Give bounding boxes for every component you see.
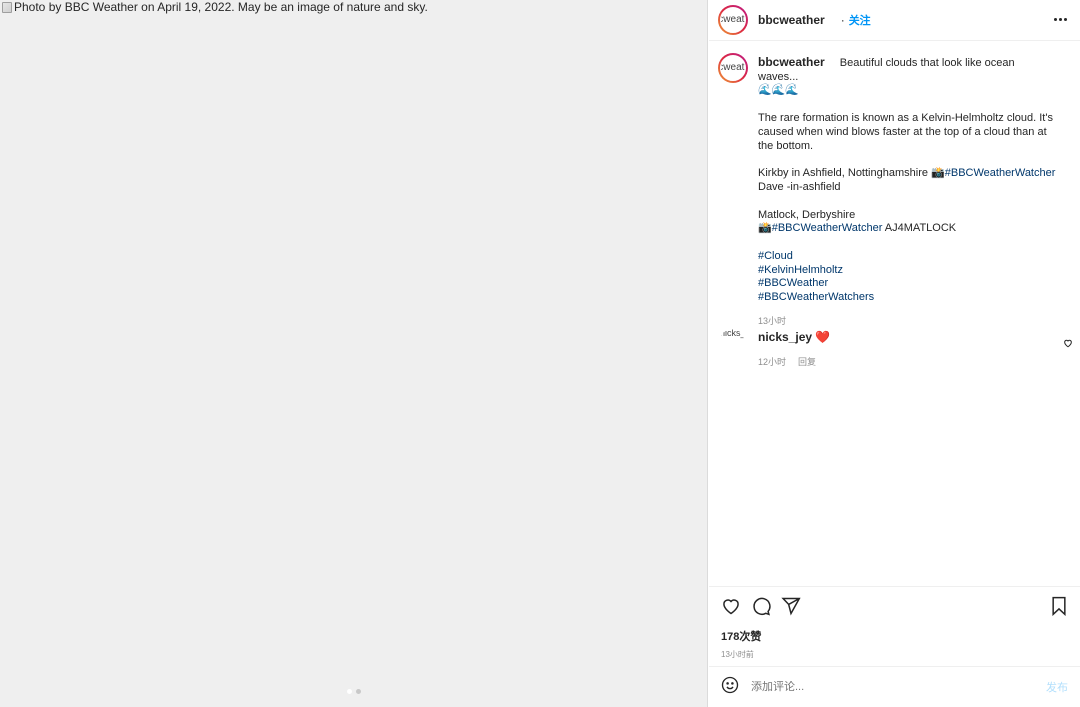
comment-emoji: ❤️ [815, 330, 831, 344]
caption-location-1: Kirkby in Ashfield, Nottinghamshire 📸#BB… [758, 167, 1058, 181]
comment-icon[interactable] [751, 596, 771, 616]
action-icons [709, 587, 1080, 625]
caption-text: bbcweather Beautiful clouds that look li… [758, 53, 1058, 329]
photo-alt-text: Photo by BBC Weather on April 19, 2022. … [2, 0, 428, 14]
comment-meta: 12小时 回复 [758, 355, 816, 368]
comment-like-heart-icon[interactable] [1063, 335, 1073, 353]
comment-username[interactable]: nicks_jey [758, 330, 812, 344]
caption-credit-2: AJ4MATLOCK [882, 222, 957, 235]
avatar-alt-text: bbcweather [720, 55, 746, 81]
share-icon[interactable] [781, 596, 801, 616]
header-username[interactable]: bbcweather [758, 13, 825, 27]
header-separator: · [840, 13, 845, 27]
carousel-dot-2[interactable] [356, 689, 361, 694]
photo-alt-label: Photo by BBC Weather on April 19, 2022. … [14, 0, 428, 14]
posted-time[interactable]: 13小时前 [709, 644, 1080, 660]
post-sidebar: bbcweather bbcweather · 关注 bbcweather bb… [709, 0, 1080, 707]
comment-text: nicks_jey ❤️ [758, 330, 830, 344]
camera-emoji: 📸 [758, 222, 772, 235]
reply-button[interactable]: 回复 [798, 355, 816, 368]
emoji-icon[interactable] [721, 676, 739, 699]
likes-count[interactable]: 178次赞 [709, 625, 1080, 644]
more-horizontal-icon[interactable] [1053, 15, 1068, 25]
comment-input[interactable] [751, 681, 1011, 693]
hashtag-bbcweather[interactable]: #BBCWeather [758, 277, 1058, 291]
bookmark-icon[interactable] [1050, 596, 1068, 616]
post-header: bbcweather bbcweather · 关注 [709, 0, 1080, 41]
caption-avatar[interactable]: bbcweather [718, 53, 748, 83]
broken-image-icon [2, 1, 12, 13]
post-photo[interactable]: Photo by BBC Weather on April 19, 2022. … [0, 0, 708, 707]
caption-credit-2-line: 📸#BBCWeatherWatcher AJ4MATLOCK [758, 222, 1058, 236]
caption-para1: The rare formation is known as a Kelvin-… [758, 112, 1053, 152]
header-avatar[interactable]: bbcweather [718, 5, 748, 35]
hashtag-link[interactable]: #BBCWeatherWatcher [772, 222, 883, 234]
post-comment-button[interactable]: 发布 [1046, 679, 1068, 695]
hashtag-cloud[interactable]: #Cloud [758, 250, 1058, 264]
caption-username[interactable]: bbcweather [758, 55, 825, 69]
hashtag-kelvinhelmholtz[interactable]: #KelvinHelmholtz [758, 264, 1058, 278]
heart-icon[interactable] [721, 596, 741, 616]
comment-avatar[interactable]: nicks_jey [720, 329, 744, 353]
post-modal: Photo by BBC Weather on April 19, 2022. … [0, 0, 1080, 707]
follow-button[interactable]: 关注 [849, 12, 871, 28]
add-comment-bar: 发布 [709, 666, 1080, 707]
action-bar: 178次赞 13小时前 [709, 586, 1080, 660]
hashtag-link[interactable]: #BBCWeatherWatcher [945, 167, 1056, 179]
hashtag-bbcweatherwatchers[interactable]: #BBCWeatherWatchers [758, 291, 1058, 305]
caption: bbcweather bbcweather Beautiful clouds t… [709, 41, 1080, 329]
location-1-text: Kirkby in Ashfield, Nottinghamshire 📸 [758, 167, 945, 180]
carousel-dot-1[interactable] [347, 689, 352, 694]
avatar-alt-text: bbcweather [720, 7, 746, 33]
comment-time[interactable]: 12小时 [758, 355, 786, 368]
caption-emoji-line: 🌊🌊🌊 [758, 84, 800, 97]
carousel-dots [347, 689, 361, 694]
caption-location-2: Matlock, Derbyshire [758, 208, 856, 221]
caption-credit-1: Dave -in-ashfield [758, 180, 841, 193]
caption-time[interactable]: 13小时 [758, 315, 1058, 329]
